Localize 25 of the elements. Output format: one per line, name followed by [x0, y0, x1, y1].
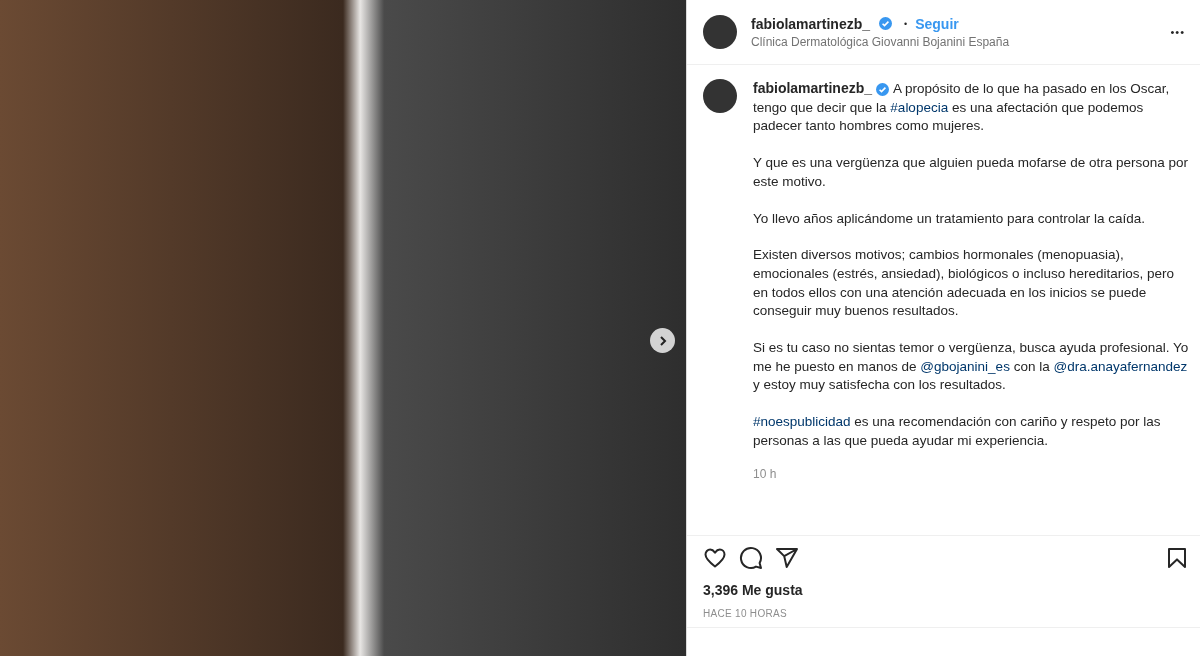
caption-paragraph: fabiolamartinezb_ A propósito de lo que ha pasado en los Oscar, tengo que decir que la #alopecia es una afectación que podemos padecer tanto hombres como mujeres. [753, 79, 1171, 136]
location-link[interactable]: Clínica Dermatológica Giovanni Bojanini España [751, 34, 1167, 49]
caption-paragraph: Existen diversos motivos; cambios hormonales (menopuasia), emocionales (estrés, ansiedad), biológicos o incluso hereditarios, pero en todos ellos con una atención adecuada en los inicios se puede conseguir muy buenos resultados. [753, 246, 1175, 321]
hashtag-link[interactable]: #noespublicidad [753, 414, 851, 430]
avatar[interactable] [703, 15, 737, 49]
avatar[interactable] [703, 79, 737, 113]
username-link[interactable]: fabiolamartinezb_ [753, 80, 873, 96]
send-icon[interactable] [775, 546, 799, 570]
caption-paragraph: Y que es una vergüenza que alguien pueda mofarse de otra persona por este motivo. [753, 154, 1189, 191]
caption-paragraph: #noespublicidad es una recomendación con cariño y respeto por las personas a las que pueda ayudar mi experiencia. [753, 413, 1162, 450]
bookmark-icon[interactable] [1165, 546, 1189, 570]
post-time: 10 h [753, 465, 778, 483]
mention-link[interactable]: @gbojanini_es [920, 358, 1010, 374]
timestamp: HACE 10 HORAS [702, 607, 788, 621]
mention-link[interactable]: @dra.anayafernandez [1053, 358, 1188, 374]
caption-paragraph: Si es tu caso no sientas temor o vergüenza, busca ayuda profesional. Yo me he puesto en manos de @gbojanini_es con la @dra.anayafernandez y estoy muy satisfecha con los resultados. [753, 339, 1189, 395]
caption-paragraph: Yo llevo años aplicándome un tratamiento para controlar la caída. [753, 209, 1146, 228]
comment-icon[interactable] [739, 546, 763, 570]
chevron-right-icon [657, 334, 668, 347]
separator-dot: • [904, 18, 908, 29]
likes-count[interactable]: 3,396 Me gusta [687, 576, 1200, 602]
hashtag-link[interactable]: #alopecia [890, 99, 949, 115]
heart-icon[interactable] [703, 546, 727, 570]
username-link[interactable]: fabiolamartinezb_ [751, 15, 871, 32]
more-options-button[interactable]: ••• [1166, 22, 1189, 42]
